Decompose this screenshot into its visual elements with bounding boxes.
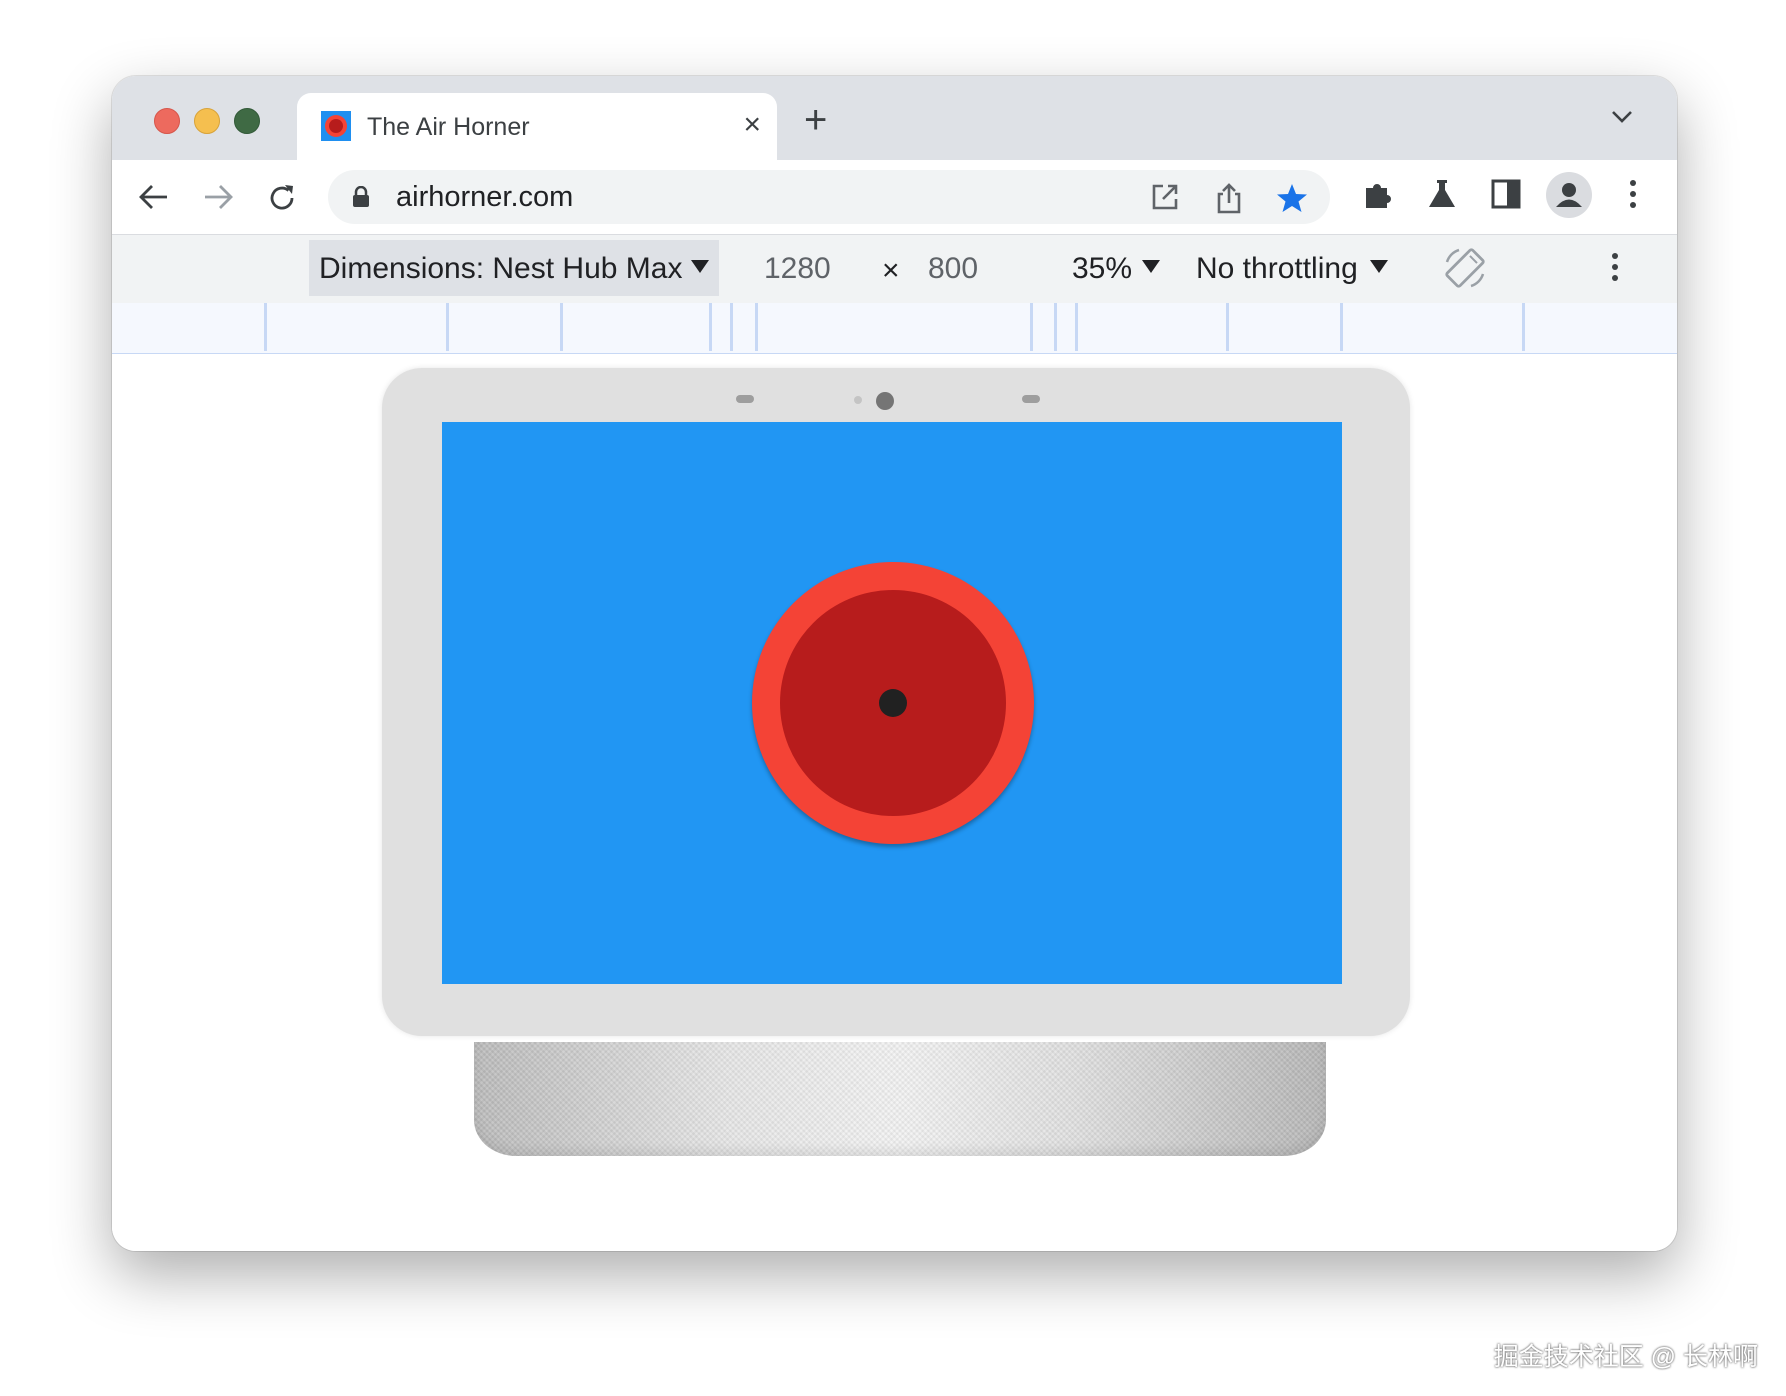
throttling-label: No throttling (1196, 252, 1358, 285)
more-vert-icon[interactable] (1628, 178, 1638, 210)
tab-title: The Air Horner (367, 113, 530, 141)
zoom-label: 35% (1072, 252, 1133, 285)
device-toolbar: Dimensions: Nest Hub Max 1280 × 800 35% … (112, 234, 1677, 304)
dimensions-label: Dimensions: Nest Hub Max (319, 252, 683, 285)
media-query-marker[interactable] (1340, 303, 1343, 351)
media-query-marker[interactable] (1075, 303, 1078, 351)
device-screen (442, 422, 1342, 984)
media-query-marker[interactable] (1522, 303, 1525, 351)
media-query-marker[interactable] (560, 303, 563, 351)
camera-lens-icon (876, 392, 894, 410)
caret-down-icon (1142, 260, 1160, 273)
sensor-dot (736, 395, 754, 403)
dimensions-dropdown[interactable]: Dimensions: Nest Hub Max (309, 240, 719, 296)
back-icon[interactable] (138, 182, 170, 212)
reload-icon[interactable] (266, 182, 298, 214)
browser-toolbar: airhorner.com (112, 160, 1677, 234)
sensor-dot (854, 396, 862, 404)
throttling-dropdown[interactable]: No throttling (1196, 235, 1396, 303)
bookmark-star-icon[interactable] (1276, 182, 1308, 214)
side-panel-icon[interactable] (1490, 178, 1522, 210)
horn-inner-circle (780, 590, 1006, 816)
emulated-viewport (112, 354, 1677, 1251)
share-icon[interactable] (1214, 182, 1244, 214)
width-input[interactable]: 1280 (764, 252, 831, 286)
labs-flask-icon[interactable] (1426, 178, 1458, 210)
media-query-bar[interactable] (112, 303, 1677, 354)
media-query-marker[interactable] (755, 303, 758, 351)
extensions-puzzle-icon[interactable] (1362, 178, 1394, 210)
address-bar[interactable]: airhorner.com (328, 170, 1330, 224)
caret-down-icon (691, 260, 709, 273)
rotate-icon[interactable] (1442, 245, 1488, 291)
horn-center-dot (879, 689, 907, 717)
chevron-down-icon[interactable] (1611, 110, 1633, 124)
new-tab-button[interactable]: + (804, 100, 827, 140)
tab-strip: The Air Horner × + (112, 76, 1677, 160)
media-query-marker[interactable] (709, 303, 712, 351)
profile-avatar-icon[interactable] (1546, 172, 1592, 218)
air-horn-button[interactable] (752, 562, 1034, 844)
media-query-marker[interactable] (730, 303, 733, 351)
media-query-marker[interactable] (1030, 303, 1033, 351)
close-window-button[interactable] (154, 108, 180, 134)
height-input[interactable]: 800 (928, 252, 978, 286)
sensor-dot (1022, 395, 1040, 403)
media-query-marker[interactable] (1054, 303, 1057, 351)
watermark: 掘金技术社区 @ 长林啊 (1493, 1343, 1758, 1371)
zoom-dropdown[interactable]: 35% (1072, 235, 1172, 303)
media-query-marker[interactable] (446, 303, 449, 351)
browser-window: The Air Horner × + airhorner.com Dimensi… (112, 76, 1677, 1251)
url-text[interactable]: airhorner.com (396, 181, 573, 214)
dimension-times: × (882, 254, 900, 287)
tab-close-icon[interactable]: × (743, 107, 761, 143)
media-query-marker[interactable] (264, 303, 267, 351)
forward-icon[interactable] (202, 182, 234, 212)
more-vert-icon[interactable] (1610, 251, 1620, 283)
lock-icon[interactable] (352, 186, 370, 208)
nest-hub-max-frame (382, 368, 1410, 1036)
open-in-new-icon[interactable] (1150, 182, 1180, 212)
zoom-window-button[interactable] (234, 108, 260, 134)
media-query-marker[interactable] (1226, 303, 1229, 351)
tab-air-horner[interactable]: The Air Horner × (297, 93, 777, 160)
caret-down-icon (1370, 260, 1388, 273)
minimize-window-button[interactable] (194, 108, 220, 134)
device-fabric-stand (474, 1042, 1326, 1156)
air-horner-favicon-icon (321, 111, 351, 141)
